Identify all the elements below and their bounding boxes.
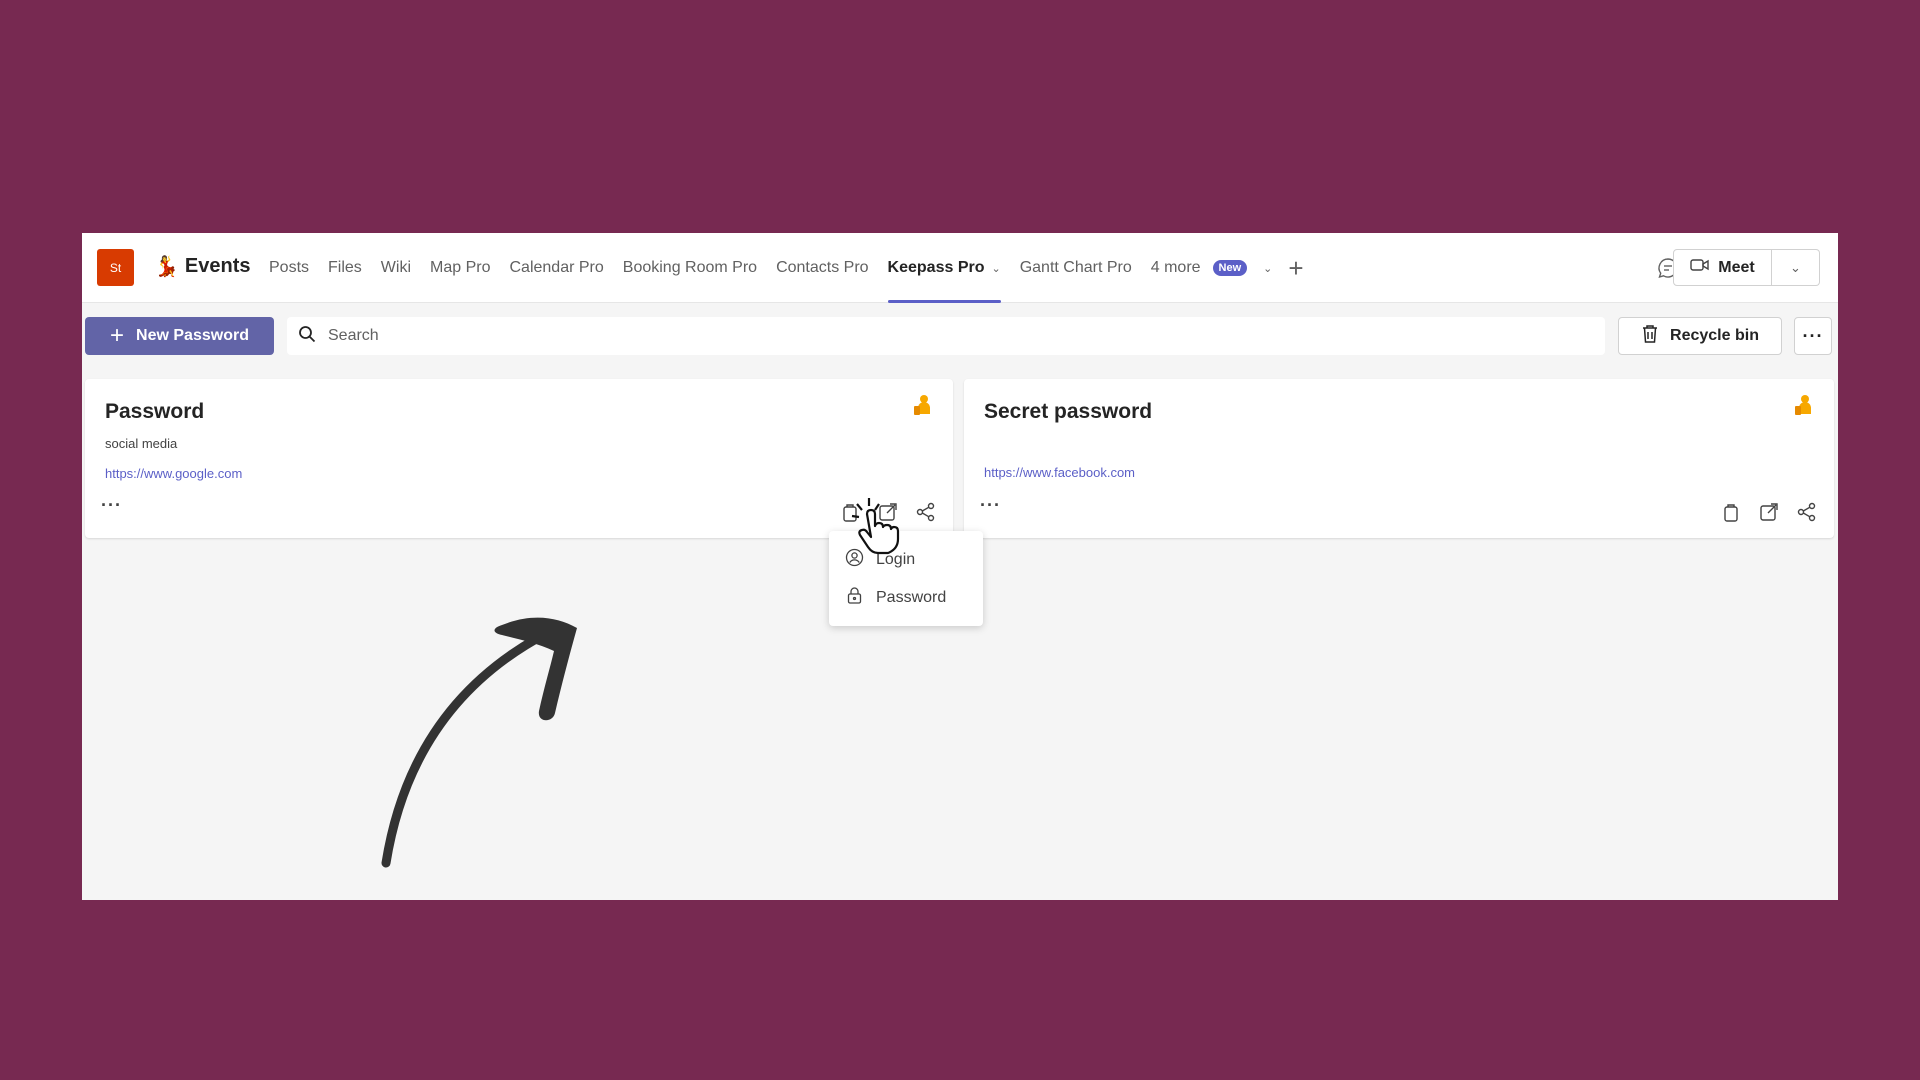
channel-name: Events	[184, 255, 251, 277]
recycle-bin-button[interactable]: Recycle bin	[1618, 317, 1782, 355]
menu-item-password[interactable]: Password	[829, 579, 983, 617]
tab-keepass-pro[interactable]: Keepass Pro ⌄	[887, 233, 1001, 303]
team-avatar[interactable]: St	[97, 249, 134, 286]
video-camera-icon	[1690, 257, 1710, 278]
channel-header: St 💃 Events Posts Files Wiki Map Pro Cal…	[82, 233, 1838, 303]
search-icon	[298, 325, 316, 348]
open-external-icon[interactable]	[1758, 501, 1780, 523]
copy-icon[interactable]	[1720, 501, 1742, 523]
search-input[interactable]	[328, 327, 1528, 345]
trash-icon	[1641, 324, 1659, 349]
ellipsis-icon: ···	[1802, 325, 1824, 346]
card-url-link[interactable]: https://www.facebook.com	[984, 465, 1135, 480]
key-person-icon	[913, 394, 933, 416]
tab-wiki[interactable]: Wiki	[381, 233, 411, 303]
tab-more[interactable]: 4 more New ⌄	[1150, 233, 1272, 303]
card-actions	[1720, 501, 1818, 523]
new-badge: New	[1212, 260, 1248, 276]
password-card[interactable]: Password social media https://www.google…	[85, 379, 953, 538]
meet-label: Meet	[1718, 258, 1755, 276]
lock-icon	[845, 586, 864, 610]
tab-keepass-pro-label: Keepass Pro	[887, 259, 985, 276]
share-icon[interactable]	[1796, 501, 1818, 523]
add-tab-icon[interactable]: +	[1288, 253, 1303, 284]
recycle-bin-label: Recycle bin	[1670, 327, 1759, 344]
hand-pointer-cursor-icon	[845, 496, 905, 556]
search-box[interactable]	[287, 317, 1605, 355]
tab-booking-room-pro[interactable]: Booking Room Pro	[623, 233, 757, 303]
tab-files[interactable]: Files	[328, 233, 362, 303]
more-options-button[interactable]: ···	[1794, 317, 1832, 355]
app-window: St 💃 Events Posts Files Wiki Map Pro Cal…	[82, 233, 1838, 900]
card-description: social media	[105, 436, 178, 451]
tab-contacts-pro[interactable]: Contacts Pro	[776, 233, 868, 303]
menu-item-password-label: Password	[876, 589, 947, 606]
annotation-arrow-icon	[372, 573, 672, 873]
new-password-label: New Password	[136, 327, 249, 344]
tab-bar: Posts Files Wiki Map Pro Calendar Pro Bo…	[269, 233, 1304, 303]
card-more-icon[interactable]: ···	[980, 495, 1001, 516]
card-title: Secret password	[984, 400, 1153, 423]
card-url-link[interactable]: https://www.google.com	[105, 466, 242, 481]
tab-map-pro[interactable]: Map Pro	[430, 233, 490, 303]
meet-button[interactable]: Meet	[1673, 249, 1772, 286]
card-more-icon[interactable]: ···	[101, 495, 122, 516]
meet-dropdown-button[interactable]: ⌄	[1772, 249, 1820, 286]
key-person-icon	[1794, 394, 1814, 416]
tab-more-label: 4 more	[1150, 259, 1201, 276]
tab-gantt-chart-pro[interactable]: Gantt Chart Pro	[1020, 233, 1132, 303]
plus-icon: +	[110, 322, 125, 349]
tab-posts[interactable]: Posts	[269, 233, 309, 303]
channel-title: 💃 Events	[154, 255, 251, 278]
chevron-down-icon: ⌄	[1790, 259, 1801, 275]
share-icon[interactable]	[915, 501, 937, 523]
card-title: Password	[105, 400, 205, 423]
tab-calendar-pro[interactable]: Calendar Pro	[509, 233, 603, 303]
password-card[interactable]: Secret password https://www.facebook.com…	[964, 379, 1834, 538]
chevron-down-icon[interactable]: ⌄	[1263, 262, 1272, 275]
chevron-down-icon[interactable]: ⌄	[991, 262, 1000, 275]
new-password-button[interactable]: + New Password	[85, 317, 274, 355]
dancer-emoji-icon: 💃	[154, 255, 179, 278]
